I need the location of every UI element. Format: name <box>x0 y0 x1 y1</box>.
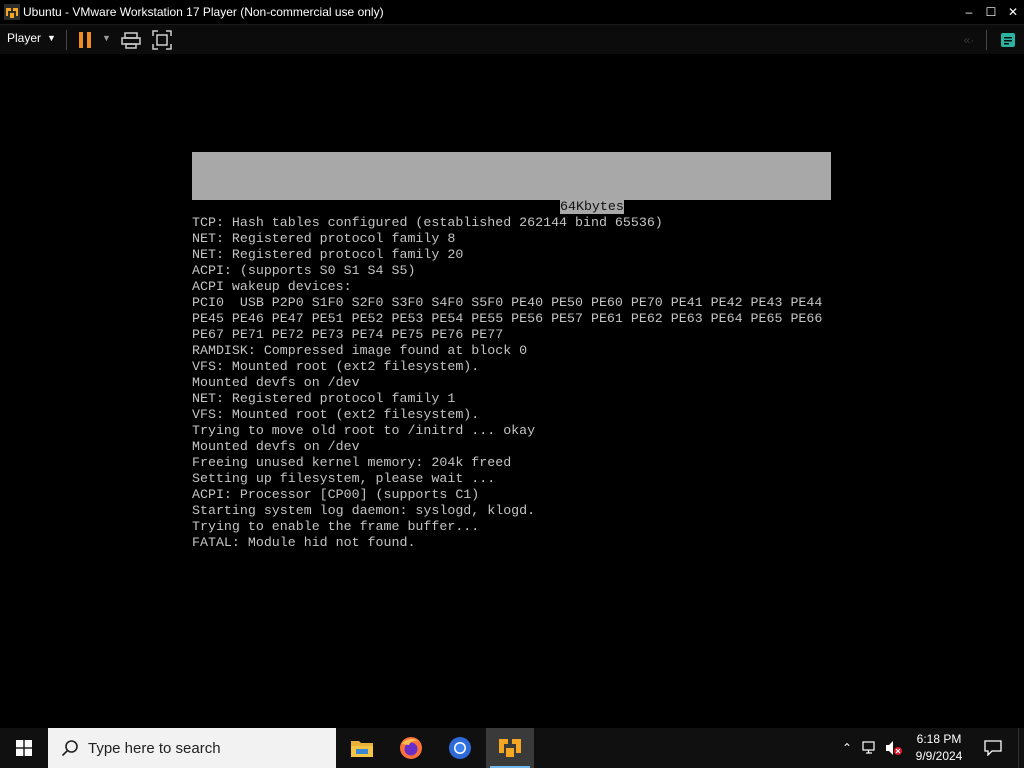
clock-time: 6:18 PM <box>916 732 962 746</box>
console-line: Mounted devfs on /dev <box>192 375 360 390</box>
search-icon <box>60 738 80 758</box>
back-icon[interactable]: «· <box>958 29 980 51</box>
console-line: VFS: Mounted root (ext2 filesystem). <box>192 359 480 374</box>
console-line: NET: Registered protocol family 1 <box>192 391 456 406</box>
console-line: Trying to enable the frame buffer... <box>192 519 480 534</box>
console-line: Setting up filesystem, please wait ... <box>192 471 496 486</box>
console-line: NET: Registered protocol family 20 <box>192 247 464 262</box>
window-title: Ubuntu - VMware Workstation 17 Player (N… <box>23 5 384 19</box>
taskbar-clock[interactable]: 6:18 PM 9/9/2024 <box>903 731 975 765</box>
console-line: ACPI: (supports S0 S1 S4 S5) <box>192 263 416 278</box>
taskbar-search-box[interactable]: Type here to search <box>48 728 336 768</box>
console-line: FATAL: Module hid not found. <box>192 535 416 550</box>
pause-icon[interactable] <box>74 29 96 51</box>
windows-taskbar: Type here to search ⌃ 6:18 PM 9/9/2024 <box>0 728 1024 768</box>
vmware-app-icon <box>4 4 20 20</box>
toolbar-divider <box>986 30 987 50</box>
send-ctrl-alt-del-icon[interactable] <box>120 29 142 51</box>
console-line: PE67 PE71 PE72 PE73 PE74 PE75 PE76 PE77 <box>192 327 504 342</box>
show-desktop-button[interactable] <box>1018 728 1024 768</box>
maximize-button[interactable]: ☐ <box>980 0 1002 24</box>
console-line: NET: Registered protocol family 8 <box>192 231 456 246</box>
minimize-button[interactable]: – <box>958 0 980 24</box>
full-screen-icon[interactable] <box>151 29 173 51</box>
file-explorer-icon[interactable] <box>338 728 386 768</box>
clock-date: 9/9/2024 <box>915 749 963 763</box>
network-icon[interactable] <box>860 738 880 758</box>
console-line: 64Kbytes <box>560 199 624 214</box>
console-output: 64Kbytes TCP: Hash tables configured (es… <box>192 199 822 551</box>
vmware-player-icon[interactable] <box>486 728 534 768</box>
message-log-icon[interactable] <box>997 29 1019 51</box>
chevron-down-icon: ▼ <box>47 33 56 43</box>
console-line: Mounted devfs on /dev <box>192 439 360 454</box>
console-line: Freeing unused kernel memory: 204k freed <box>192 455 512 470</box>
console-line: RAMDISK: Compressed image found at block… <box>192 343 528 358</box>
start-button[interactable] <box>0 728 48 768</box>
window-title-bar[interactable]: Ubuntu - VMware Workstation 17 Player (N… <box>0 0 1024 24</box>
pause-options-chevron-icon[interactable]: ▼ <box>102 33 111 43</box>
chrome-icon[interactable] <box>436 728 484 768</box>
player-toolbar: Player ▼ ▼ «· <box>0 24 1024 54</box>
console-line: ACPI wakeup devices: <box>192 279 352 294</box>
toolbar-divider <box>66 30 67 50</box>
search-placeholder: Type here to search <box>88 739 221 757</box>
notification-center-icon[interactable] <box>978 728 1008 768</box>
player-menu-label: Player <box>7 31 42 45</box>
chevron-up-icon[interactable]: ⌃ <box>837 738 857 758</box>
windows-logo-icon <box>16 740 32 756</box>
close-button[interactable]: ✕ <box>1002 0 1024 24</box>
volume-muted-icon[interactable] <box>884 738 904 758</box>
console-line: TCP: Hash tables configured (established… <box>192 215 663 230</box>
console-line: PE45 PE46 PE47 PE51 PE52 PE53 PE54 PE55 … <box>192 311 823 326</box>
player-menu-button[interactable]: Player ▼ <box>7 31 56 45</box>
console-line: Starting system log daemon: syslogd, klo… <box>192 503 536 518</box>
firefox-icon[interactable] <box>387 728 435 768</box>
redacted-block <box>192 152 831 200</box>
console-line: PCI0 USB P2P0 S1F0 S2F0 S3F0 S4F0 S5F0 P… <box>192 295 823 310</box>
console-line: VFS: Mounted root (ext2 filesystem). <box>192 407 480 422</box>
console-line: ACPI: Processor [CP00] (supports C1) <box>192 487 480 502</box>
console-line: Trying to move old root to /initrd ... o… <box>192 423 536 438</box>
